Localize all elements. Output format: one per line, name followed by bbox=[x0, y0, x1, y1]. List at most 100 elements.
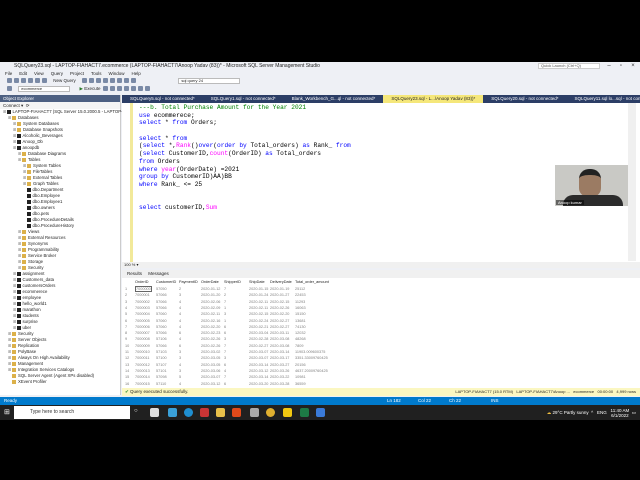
taskview-icon[interactable] bbox=[150, 408, 159, 417]
dmx-icon[interactable] bbox=[89, 78, 95, 84]
mdx-icon[interactable] bbox=[82, 78, 88, 84]
file-explorer-icon[interactable] bbox=[216, 408, 225, 417]
results-to-grid-icon[interactable] bbox=[116, 86, 122, 92]
excel-icon[interactable] bbox=[300, 408, 309, 417]
column-header[interactable]: CustomerID bbox=[156, 279, 176, 285]
code-line[interactable]: group by CustomerID)AA)BB bbox=[139, 173, 351, 181]
menu-project[interactable]: Project bbox=[70, 71, 84, 76]
database-select[interactable]: ecommerce bbox=[18, 85, 71, 92]
code-line[interactable]: where year(OrderDate) =2021 bbox=[139, 166, 351, 174]
tab-document[interactable]: Blank_Workbench_G...ql - not connected* bbox=[284, 95, 384, 103]
uncomment-icon[interactable] bbox=[137, 86, 143, 92]
save-all-icon[interactable] bbox=[42, 78, 47, 84]
tab-document[interactable]: SQLQuery5.sql - not connected* bbox=[122, 95, 203, 103]
tab-document[interactable]: SQLQuery20.sql - not connected* bbox=[483, 95, 566, 103]
zoom-select[interactable]: 100 % bbox=[124, 262, 135, 267]
stop-icon[interactable] bbox=[102, 86, 108, 92]
column-header[interactable]: Total_order_amount bbox=[295, 279, 329, 285]
quick-launch-input[interactable]: Quick Launch (Ctrl+Q) bbox=[538, 63, 600, 69]
tab-document[interactable]: SQLQuery23.sql - L...\Anoop Yadav (83))* bbox=[383, 95, 484, 103]
xmla-icon[interactable] bbox=[96, 78, 102, 84]
code-line[interactable]: select customerID,Sum bbox=[139, 204, 351, 212]
table-cell[interactable]: 4 bbox=[179, 381, 181, 387]
column-header[interactable]: ShipperID bbox=[224, 279, 241, 285]
paste-icon[interactable] bbox=[117, 78, 123, 84]
code-line[interactable]: ---b. Total Purchase Amount for the Year… bbox=[139, 104, 351, 112]
code-line[interactable]: select * from bbox=[139, 135, 351, 143]
copy-icon[interactable] bbox=[110, 78, 116, 84]
minimize-button[interactable]: – bbox=[604, 62, 614, 70]
code-line[interactable] bbox=[139, 189, 351, 197]
sql-code[interactable]: ---b. Total Purchase Amount for the Year… bbox=[139, 104, 351, 212]
weather-icon[interactable]: ☁ bbox=[547, 410, 552, 415]
table-cell[interactable]: 2020-03-12 bbox=[201, 381, 220, 387]
execute-button[interactable]: Execute bbox=[84, 86, 100, 91]
menu-view[interactable]: View bbox=[34, 71, 44, 76]
table-cell[interactable]: 36559 bbox=[295, 381, 306, 387]
editor-scrollbar[interactable] bbox=[628, 103, 636, 261]
indent-icon[interactable] bbox=[144, 86, 150, 92]
save-icon[interactable] bbox=[35, 78, 40, 84]
new-project-icon[interactable] bbox=[21, 78, 26, 84]
app-icon-2[interactable] bbox=[200, 408, 209, 417]
code-line[interactable] bbox=[139, 196, 351, 204]
column-header[interactable]: ShipDate bbox=[249, 279, 265, 285]
table-cell[interactable]: 6 bbox=[224, 381, 226, 387]
code-line[interactable]: from Orders bbox=[139, 158, 351, 166]
weather-text[interactable]: 29°C Partly sunny bbox=[553, 410, 589, 415]
table-cell[interactable]: 2020-03-28 bbox=[270, 381, 289, 387]
clock[interactable]: 11:40 AM 6/1/2022 bbox=[611, 408, 630, 418]
back-icon[interactable] bbox=[7, 78, 12, 84]
refresh-icon[interactable]: ⟳ bbox=[26, 103, 30, 108]
execute-icon[interactable]: ▶ bbox=[80, 86, 83, 91]
tree-node[interactable]: XEvent Profiler bbox=[0, 379, 120, 385]
parse-icon[interactable] bbox=[109, 86, 115, 92]
column-header[interactable]: PaymentID bbox=[179, 279, 198, 285]
app-icon[interactable] bbox=[168, 408, 177, 417]
tab-messages[interactable]: Messages bbox=[148, 271, 169, 276]
menu-edit[interactable]: Edit bbox=[19, 71, 27, 76]
cortana-icon[interactable]: ○ bbox=[134, 408, 143, 417]
menu-window[interactable]: Window bbox=[109, 71, 125, 76]
code-line[interactable]: select * from Orders; bbox=[139, 119, 351, 127]
maximize-button[interactable]: ▫ bbox=[616, 62, 626, 70]
ssms-icon[interactable] bbox=[250, 408, 259, 417]
powerbi-icon[interactable] bbox=[283, 408, 292, 417]
column-header[interactable]: OrderID bbox=[135, 279, 149, 285]
menu-query[interactable]: Query bbox=[51, 71, 63, 76]
connect-button[interactable]: Connect bbox=[3, 103, 20, 108]
forward-icon[interactable] bbox=[14, 78, 19, 84]
tab-document[interactable]: SQLQuery1.sql - not connected* bbox=[203, 95, 284, 103]
column-header[interactable]: DeliveryDate bbox=[270, 279, 292, 285]
table-cell[interactable]: 7000015 bbox=[135, 381, 150, 387]
menu-help[interactable]: Help bbox=[132, 71, 141, 76]
code-line[interactable]: where Rank_ <= 25 bbox=[139, 181, 351, 189]
cut-icon[interactable] bbox=[103, 78, 109, 84]
new-query-button[interactable]: New Query bbox=[53, 78, 76, 83]
menu-file[interactable]: File bbox=[5, 71, 12, 76]
office-icon[interactable] bbox=[232, 408, 241, 417]
solution-config-select[interactable]: sql query 24 bbox=[178, 77, 241, 84]
table-cell[interactable]: 57110 bbox=[156, 381, 166, 387]
close-button[interactable]: × bbox=[628, 62, 638, 70]
table-cell[interactable]: 2020-03-20 bbox=[249, 381, 268, 387]
code-line[interactable] bbox=[139, 127, 351, 135]
tab-document[interactable]: SQLQuery11.sql lo...sql - not connected bbox=[567, 95, 640, 103]
code-line[interactable]: use ecommerece; bbox=[139, 112, 351, 120]
results-to-text-icon[interactable] bbox=[123, 86, 129, 92]
edge-icon[interactable] bbox=[184, 408, 193, 417]
undo-icon[interactable] bbox=[124, 78, 130, 84]
redo-icon[interactable] bbox=[131, 78, 137, 84]
comment-icon[interactable] bbox=[130, 86, 136, 92]
open-icon[interactable] bbox=[28, 78, 33, 84]
table-row[interactable]: 16 7000015 57110 4 2020-03-12 6 2020-03-20 2020… bbox=[122, 381, 342, 387]
language[interactable]: ENG bbox=[597, 410, 607, 415]
chrome-icon[interactable] bbox=[266, 408, 275, 417]
start-icon[interactable]: ⊞ bbox=[4, 408, 10, 416]
tab-results[interactable]: Results bbox=[127, 271, 142, 276]
connect-icon[interactable] bbox=[7, 86, 12, 92]
menu-tools[interactable]: Tools bbox=[91, 71, 102, 76]
code-line[interactable]: (select CustomerID,count(OrderID) as Tot… bbox=[139, 150, 351, 158]
code-line[interactable]: (select *,Rank()over(order by Total_orde… bbox=[139, 142, 351, 150]
column-header[interactable]: OrderDate bbox=[201, 279, 219, 285]
